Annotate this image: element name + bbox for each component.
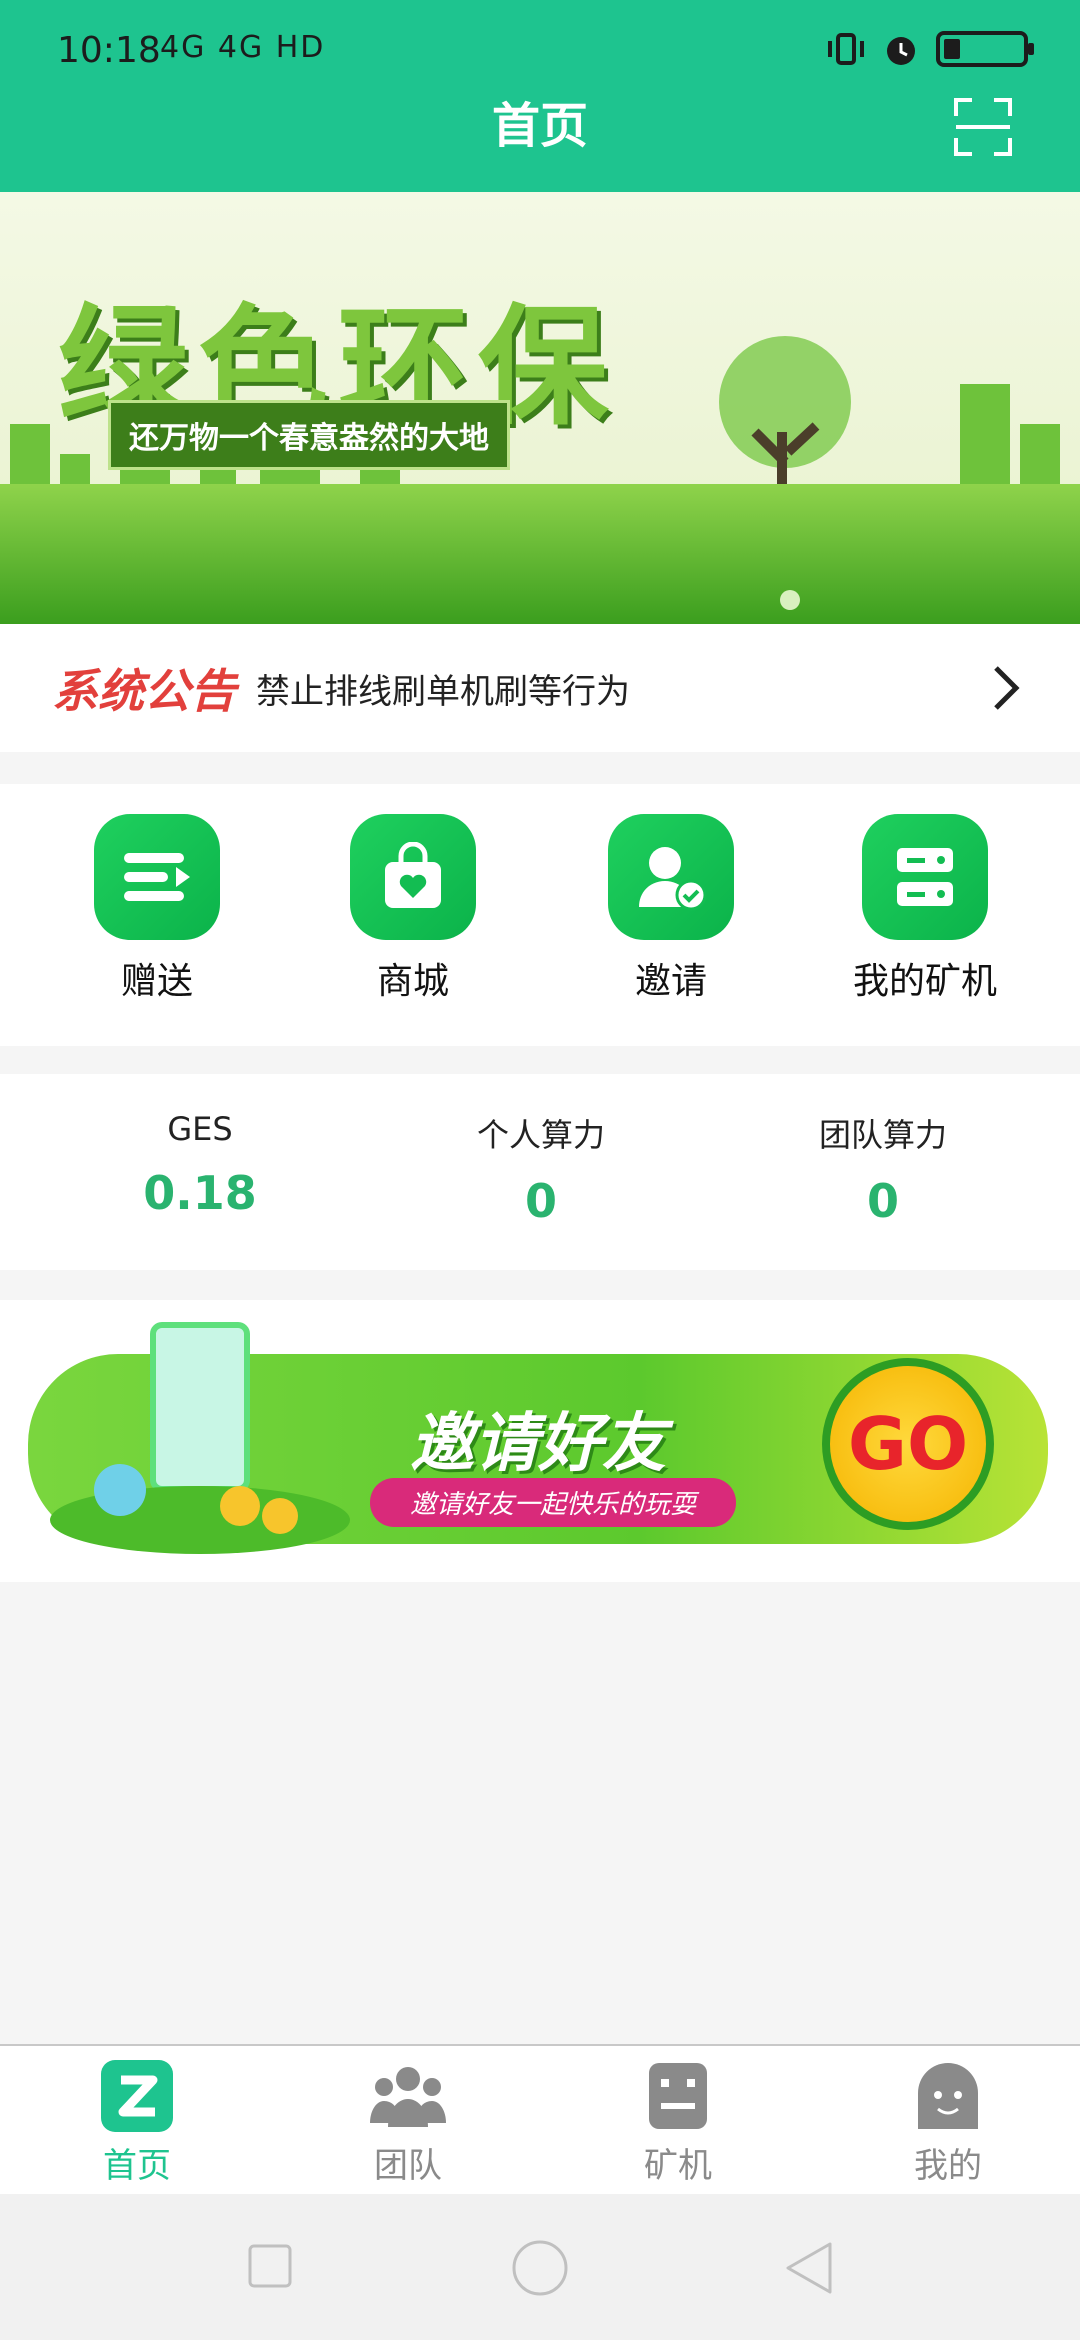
server-icon: [862, 814, 988, 940]
notice-text: 禁止排线刷单机刷等行为: [256, 671, 630, 712]
nav-label: 首页: [103, 2146, 171, 2186]
bottom-nav: 首页 团队 矿机 我的: [0, 2044, 1080, 2194]
banner-subtitle: 还万物一个春意盎然的大地: [108, 400, 510, 470]
home-z-icon: [99, 2058, 175, 2134]
nav-label: 我的: [914, 2146, 982, 2186]
recent-apps-icon[interactable]: [248, 2244, 292, 2288]
stat-value: 0: [524, 1174, 557, 1228]
transfer-icon: [94, 814, 220, 940]
invite-subtitle: 邀请好友一起快乐的玩耍: [370, 1478, 737, 1527]
back-triangle-icon[interactable]: [786, 2242, 832, 2294]
shortcut-mall[interactable]: 商城: [308, 814, 518, 1004]
robot-icon: [640, 2058, 716, 2134]
battery-icon: [936, 31, 1034, 67]
banner-ground: [0, 484, 1080, 624]
shortcut-my-miner[interactable]: 我的矿机: [820, 814, 1030, 1004]
alarm-icon: [887, 37, 915, 65]
shopping-bag-icon: [350, 814, 476, 940]
nav-item-home[interactable]: 首页: [47, 2058, 227, 2187]
nav-item-profile[interactable]: 我的: [858, 2058, 1038, 2187]
coins-illustration: [50, 1464, 350, 1554]
stat-personal-power: 个人算力 0: [391, 1110, 691, 1228]
system-nav-bar: [0, 2194, 1080, 2340]
invite-title: 邀请好友: [410, 1407, 666, 1481]
stat-ges: GES 0.18: [50, 1110, 350, 1220]
status-icons: [826, 30, 1034, 68]
carousel-indicator[interactable]: [780, 590, 800, 610]
chevron-right-icon[interactable]: [992, 664, 1022, 712]
nav-item-team[interactable]: 团队: [318, 2058, 498, 2187]
notice-badge: 系统公告: [52, 664, 236, 718]
scan-icon[interactable]: [954, 98, 1012, 156]
shortcut-label: 赠送: [120, 961, 193, 1002]
go-button[interactable]: GO: [822, 1358, 994, 1530]
stat-label: 个人算力: [476, 1116, 605, 1154]
home-circle-icon[interactable]: [512, 2240, 568, 2296]
top-bar: 10:18 4G 4G HD 首页: [0, 0, 1080, 192]
invite-user-icon: [608, 814, 734, 940]
nav-item-miner[interactable]: 矿机: [588, 2058, 768, 2187]
stat-label: GES: [167, 1110, 233, 1148]
status-signal: 4G 4G HD: [160, 30, 326, 65]
stats-panel: GES 0.18 个人算力 0 团队算力 0: [0, 1074, 1080, 1270]
nav-label: 矿机: [644, 2146, 712, 2186]
promo-banner[interactable]: 绿色环保 还万物一个春意盎然的大地: [0, 192, 1080, 624]
invite-banner[interactable]: 邀请好友 邀请好友一起快乐的玩耍 GO: [0, 1300, 1080, 1582]
team-icon: [370, 2058, 446, 2134]
shortcut-label: 邀请: [634, 961, 707, 1002]
notice-bar[interactable]: 系统公告 禁止排线刷单机刷等行为: [0, 624, 1080, 752]
stat-value: 0: [866, 1174, 899, 1228]
shortcut-transfer[interactable]: 赠送: [52, 814, 262, 1004]
shortcut-invite[interactable]: 邀请: [566, 814, 776, 1004]
page-title: 首页: [491, 98, 588, 154]
profile-icon: [910, 2058, 986, 2134]
stat-value: 0.18: [143, 1166, 257, 1220]
shortcut-label: 商城: [376, 961, 449, 1002]
shortcut-label: 我的矿机: [852, 961, 997, 1002]
nav-label: 团队: [374, 2146, 442, 2186]
vibrate-icon: [828, 33, 864, 65]
shortcut-grid: 赠送 商城 邀请 我的矿机: [0, 784, 1080, 1046]
stat-label: 团队算力: [818, 1116, 947, 1154]
stat-team-power: 团队算力 0: [733, 1110, 1033, 1228]
status-time: 10:18: [57, 30, 161, 71]
